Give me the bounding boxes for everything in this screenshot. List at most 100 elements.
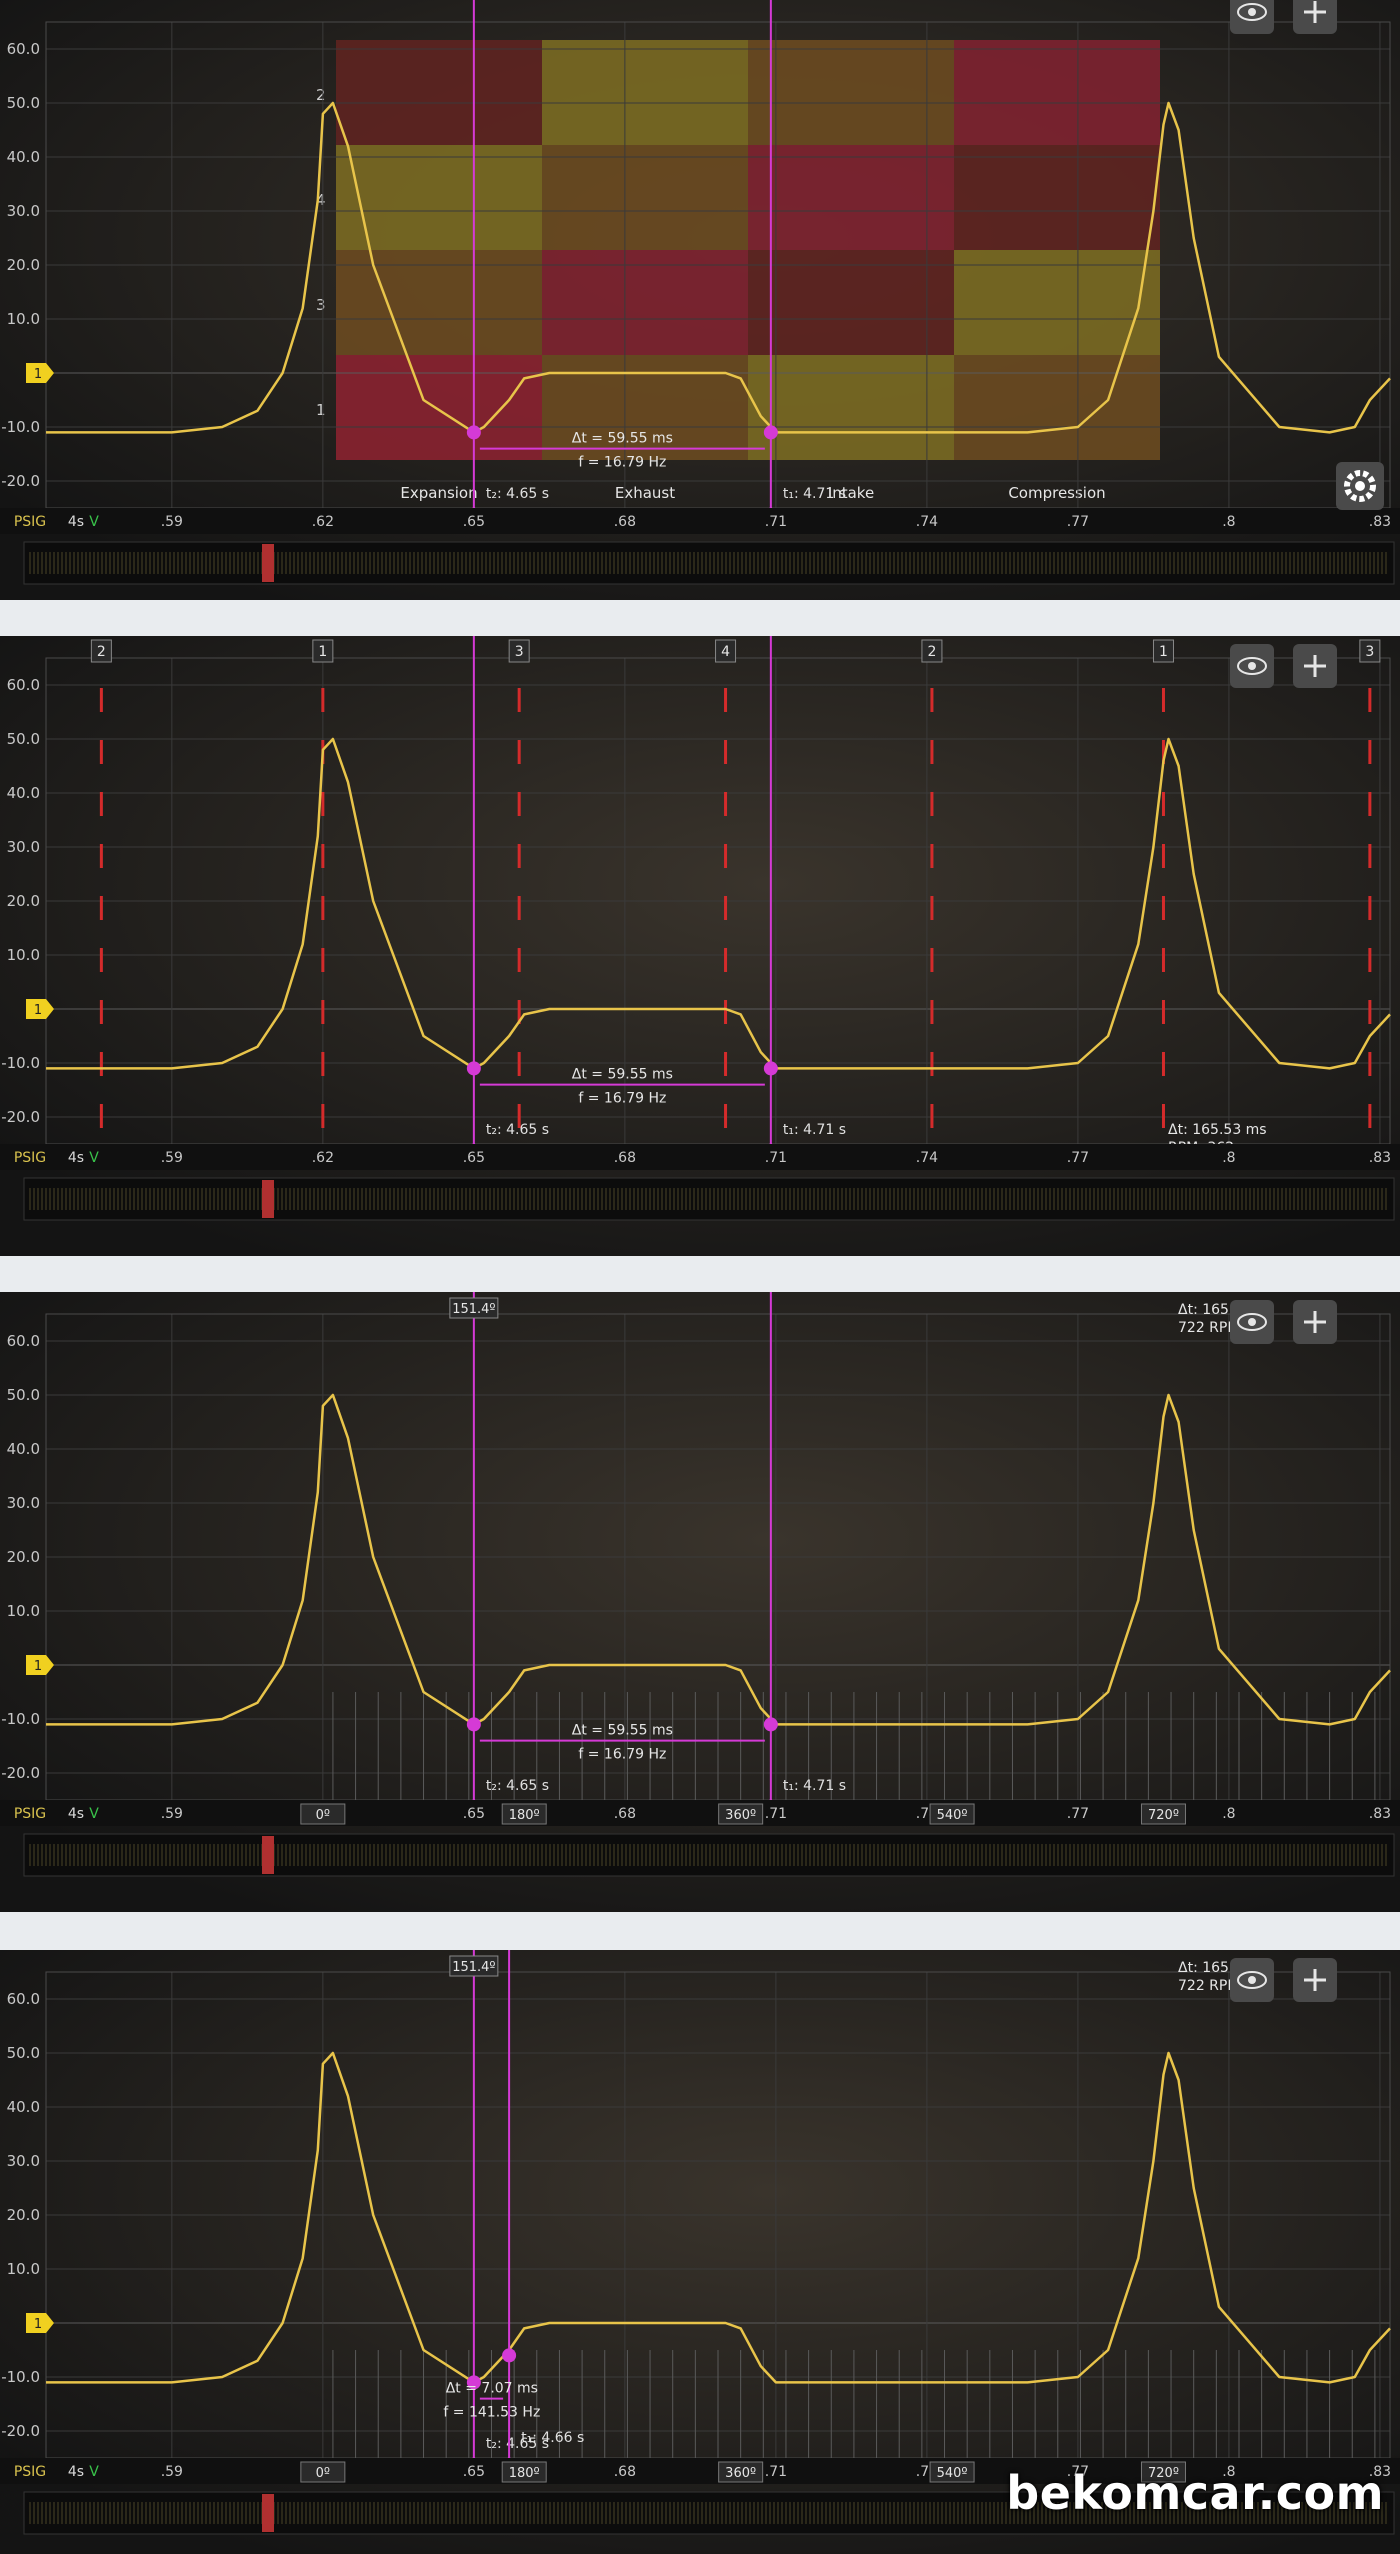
- unit-label: V: [89, 1806, 99, 1822]
- cursor-time-label: t₂: 4.65 s: [486, 486, 549, 502]
- delta-time-label: Δt = 59.55 ms: [572, 1067, 673, 1083]
- cylinder-label: 1: [316, 401, 326, 419]
- x-tick-label: .62: [312, 1150, 334, 1166]
- stroke-cell: [748, 145, 954, 250]
- scope-chart-2[interactable]: 60.050.040.030.020.010.00-10.0-20.012134…: [0, 636, 1400, 1256]
- x-tick-label: .71: [765, 1806, 787, 1822]
- stroke-label: Expansion: [400, 484, 477, 502]
- x-tick-label: .59: [161, 514, 183, 530]
- x-axis-bar: [0, 1800, 1400, 1826]
- delta-time-label: Δt = 59.55 ms: [572, 431, 673, 447]
- trigger-label: 1: [34, 2317, 42, 2332]
- plus-icon[interactable]: [1293, 1300, 1337, 1344]
- x-tick-label: .68: [614, 514, 636, 530]
- unit-label: V: [89, 514, 99, 530]
- y-tick-label: -20.0: [1, 1108, 40, 1126]
- y-tick-label: 30.0: [7, 202, 40, 220]
- eye-icon[interactable]: [1230, 1300, 1274, 1344]
- overview-position-marker: [262, 1836, 274, 1874]
- stroke-label: Compression: [1008, 484, 1105, 502]
- x-tick-label: .8: [1222, 1806, 1235, 1822]
- x-tick-label: .59: [161, 2464, 183, 2480]
- y-tick-label: 10.0: [7, 946, 40, 964]
- x-tick-label: .77: [1067, 1806, 1089, 1822]
- tdc-marker-label: 3: [515, 644, 524, 660]
- scope-chart-3[interactable]: 60.050.040.030.020.010.00-10.0-20.01t₂: …: [0, 1292, 1400, 1912]
- y-tick-label: 10.0: [7, 2260, 40, 2278]
- eye-icon[interactable]: [1230, 0, 1274, 34]
- x-tick-label: .65: [463, 2464, 485, 2480]
- delta-time-label: Δt = 7.07 ms: [446, 2381, 538, 2397]
- stroke-cell: [748, 355, 954, 460]
- scope-chart-1[interactable]: 2431Expansion Exhaust Intake Compression60.…: [0, 0, 1400, 600]
- cursor-time-label: t₁: 4.71 s: [783, 486, 846, 502]
- y-tick-label: -10.0: [1, 418, 40, 436]
- scope-panel-3: 60.050.040.030.020.010.00-10.0-20.01t₂: …: [0, 1292, 1400, 1912]
- degree-tick-label: 540º: [937, 2466, 968, 2481]
- scope-chart-4[interactable]: 60.050.040.030.020.010.00-10.0-20.01t₂: …: [0, 1950, 1400, 2554]
- unit-label: V: [89, 1150, 99, 1166]
- scope-panel-1: 2 4 3 1 Expansion Exhaust Intake Compression 60.…: [0, 0, 1400, 600]
- tdc-marker-label: 1: [1159, 644, 1168, 660]
- cylinder-label: 3: [316, 296, 326, 314]
- x-tick-label: .65: [463, 1806, 485, 1822]
- angle-marker-label: 151.4º: [452, 1302, 495, 1317]
- cursor-point: [466, 425, 481, 440]
- cursor-time-label: t₂: 4.65 s: [486, 1122, 549, 1138]
- channel-label: PSIG: [14, 1806, 46, 1822]
- stroke-cell: [336, 355, 542, 460]
- plus-icon[interactable]: [1293, 0, 1337, 34]
- plus-icon[interactable]: [1293, 1958, 1337, 2002]
- tdc-marker-box: 4: [715, 639, 737, 663]
- x-tick-label: .71: [765, 514, 787, 530]
- timebase-label: 4s: [68, 514, 84, 530]
- stroke-cell: [542, 250, 748, 355]
- degree-tick-label: 720º: [1148, 1808, 1179, 1823]
- tdc-marker-label: 2: [927, 644, 936, 660]
- y-tick-label: 40.0: [7, 1440, 40, 1458]
- trigger-label: 1: [34, 1003, 42, 1018]
- x-tick-label: .68: [614, 1150, 636, 1166]
- frequency-label: f = 16.79 Hz: [578, 455, 666, 471]
- cursor-time-label: t₁: 4.71 s: [783, 1778, 846, 1794]
- timebase-label: 4s: [68, 2464, 84, 2480]
- degree-tick-label: 0º: [316, 1808, 330, 1823]
- cursor-point: [502, 2348, 517, 2363]
- stroke-cell: [542, 145, 748, 250]
- eye-icon[interactable]: [1230, 1958, 1274, 2002]
- y-tick-label: 30.0: [7, 838, 40, 856]
- plus-icon[interactable]: [1293, 644, 1337, 688]
- y-tick-label: 30.0: [7, 1494, 40, 1512]
- trigger-label: 1: [34, 1659, 42, 1674]
- timebase-label: 4s: [68, 1150, 84, 1166]
- degree-tick-label: 0º: [316, 2466, 330, 2481]
- y-tick-label: 20.0: [7, 256, 40, 274]
- cursor-point: [466, 1061, 481, 1076]
- x-tick-label: .8: [1222, 514, 1235, 530]
- stroke-cell: [748, 40, 954, 145]
- tdc-marker-box: 3: [1359, 639, 1381, 663]
- stroke-cell: [954, 355, 1160, 460]
- tdc-marker-box: 3: [508, 639, 530, 663]
- frequency-label: f = 16.79 Hz: [578, 1091, 666, 1107]
- y-tick-label: 60.0: [7, 1990, 40, 2008]
- degree-tick-label: 180º: [509, 1808, 540, 1823]
- stroke-cell: [542, 40, 748, 145]
- x-tick-label: .59: [161, 1150, 183, 1166]
- x-tick-label: .83: [1369, 514, 1391, 530]
- cursor-point: [763, 1717, 778, 1732]
- stroke-cell: [954, 145, 1160, 250]
- frequency-label: f = 16.79 Hz: [578, 1747, 666, 1763]
- y-tick-label: 50.0: [7, 94, 40, 112]
- overview-position-marker: [262, 1180, 274, 1218]
- gear-icon[interactable]: [1336, 462, 1384, 510]
- tdc-marker-label: 3: [1365, 644, 1374, 660]
- measurement-readout: Δt: 165.53 ms: [1168, 1122, 1267, 1138]
- unit-label: V: [89, 2464, 99, 2480]
- watermark: bekomcar.com: [1006, 2466, 1384, 2520]
- tdc-marker-box: 1: [312, 639, 334, 663]
- cursor-point: [763, 1061, 778, 1076]
- eye-icon[interactable]: [1230, 644, 1274, 688]
- cursor-time-label: t₁: 4.66 s: [521, 2430, 584, 2446]
- delta-time-label: Δt = 59.55 ms: [572, 1723, 673, 1739]
